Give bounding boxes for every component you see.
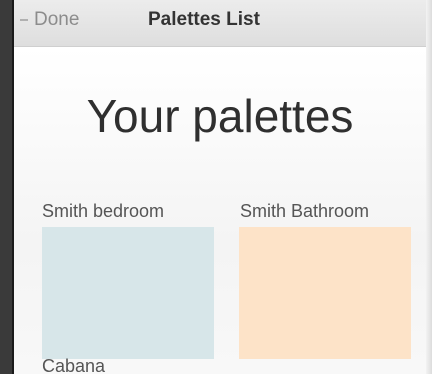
palette-name: Cabana xyxy=(42,356,106,374)
device-bezel-left xyxy=(0,0,14,374)
palette-swatch[interactable] xyxy=(42,227,214,359)
back-icon xyxy=(20,19,28,21)
device-bezel-right xyxy=(426,0,432,374)
done-label: Done xyxy=(34,9,80,30)
page-title: Your palettes xyxy=(86,90,354,142)
app-screen: Done Palettes List Your palettes Smith b… xyxy=(0,0,432,374)
nav-title: Palettes List xyxy=(148,9,260,30)
done-button[interactable]: Done xyxy=(20,0,79,40)
palette-name: Smith Bathroom xyxy=(240,201,370,221)
palette-swatch[interactable] xyxy=(239,227,411,359)
navigation-bar: Done Palettes List xyxy=(14,0,426,47)
palette-name: Smith bedroom xyxy=(42,201,165,221)
palettes-content: Your palettes Smith bedroom Smith Bathro… xyxy=(14,47,426,374)
